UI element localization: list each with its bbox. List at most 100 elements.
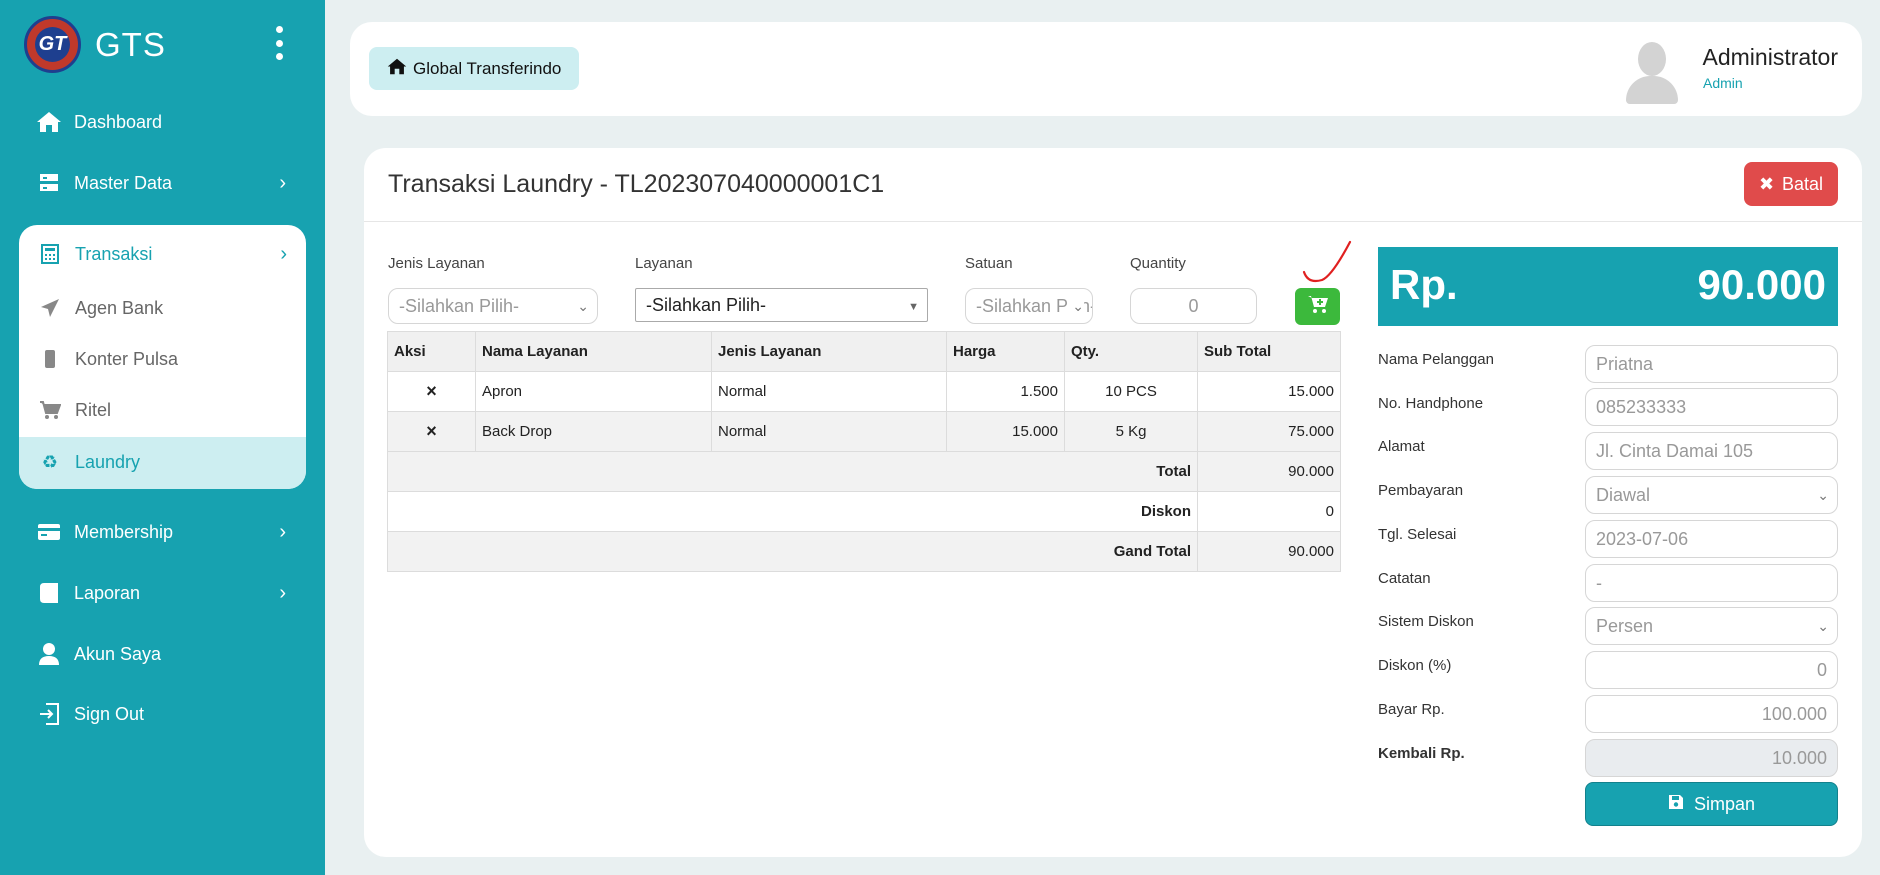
cell-harga: 1.500 [946,371,1065,412]
sidebar-item-laporan[interactable]: Laporan › [36,578,286,608]
user-icon [36,641,62,667]
sidebar-item-ritel[interactable]: Ritel [37,395,287,425]
chevron-down-icon: ⌄ [577,298,589,314]
cell-qty: 10 PCS [1064,371,1198,412]
transaction-card: Transaksi Laundry - TL202307040000001C1 … [364,148,1862,857]
alamat-input[interactable]: Jl. Cinta Damai 105 [1585,432,1838,470]
save-button[interactable]: Simpan [1585,782,1838,826]
diskon-label: Diskon [387,491,1198,532]
credit-card-icon [36,519,62,545]
sidebar-item-dashboard[interactable]: Dashboard [36,107,286,137]
sidebar-item-laundry[interactable]: ♻ Laundry [37,447,287,477]
brand-name: GTS [95,25,166,63]
sidebar-item-label: Laundry [75,451,141,472]
chevron-down-icon: ⌄ [1817,487,1829,503]
cell-harga: 15.000 [946,411,1065,452]
no-handphone-label: No. Handphone [1378,395,1484,412]
total-amount: 90.000 [1697,261,1826,308]
cell-jenis-layanan: Normal [711,411,947,452]
book-icon [36,580,62,606]
column-header: Harga [946,331,1065,372]
cancel-button-label: Batal [1782,173,1824,194]
cart-icon [37,397,63,423]
cell-subtotal: 15.000 [1197,371,1341,412]
cart-plus-icon [1307,294,1329,319]
sidebar-item-sign-out[interactable]: Sign Out [36,699,286,729]
save-button-label: Simpan [1693,793,1756,814]
items-table: Aksi Nama Layanan Jenis Layanan Harga Qt… [387,331,1341,572]
home-icon [36,109,62,135]
chevron-right-icon: › [280,242,287,265]
jenis-layanan-value: -Silahkan Pilih- [399,295,520,316]
calculator-icon [37,241,63,267]
top-header: Global Transferindo Administrator Admin [350,22,1862,116]
grand-total-value: 90.000 [1197,531,1341,572]
satuan-select[interactable]: -Silahkan Pilih- ⌄ [965,288,1093,324]
sidebar-item-label: Ritel [75,399,112,420]
sistem-diskon-value: Persen [1596,616,1654,636]
sidebar-item-transaksi[interactable]: Transaksi › [37,239,287,269]
grand-total-label: Gand Total [387,531,1198,572]
column-header: Jenis Layanan [711,331,947,372]
layanan-select[interactable]: -Silahkan Pilih- ▼ [635,288,928,322]
bayar-input[interactable]: 100.000 [1585,695,1838,733]
total-value: 90.000 [1197,451,1341,492]
quantity-input[interactable]: 0 [1130,288,1257,324]
chevron-right-icon: › [279,581,286,604]
sidebar-item-akun-saya[interactable]: Akun Saya [36,639,286,669]
cell-qty: 5 Kg [1064,411,1198,452]
brand-logo: GT [24,16,81,73]
table-row: × Apron Normal 1.500 10 PCS 15.000 [387,371,1341,412]
delete-row-icon[interactable]: × [387,411,476,452]
paper-plane-icon [37,295,63,321]
chevron-right-icon: › [279,171,286,194]
user-name: Administrator [1702,44,1838,70]
brand[interactable]: GT GTS [24,16,166,73]
recycle-icon: ♻ [41,451,59,472]
sidebar-item-label: Membership [74,521,174,542]
kebab-menu-icon[interactable] [272,26,286,60]
delete-row-icon[interactable]: × [387,371,476,412]
diskon-row: Diskon 0 [387,491,1341,532]
add-to-cart-button[interactable] [1295,288,1340,325]
sistem-diskon-select[interactable]: Persen ⌄ [1585,607,1838,645]
jenis-layanan-select[interactable]: -Silahkan Pilih- ⌄ [388,288,598,324]
pembayaran-select[interactable]: Diawal ⌄ [1585,476,1838,514]
column-header: Sub Total [1197,331,1341,372]
diskon-persen-input[interactable]: 0 [1585,651,1838,689]
sidebar-item-agen-bank[interactable]: Agen Bank [37,293,287,323]
breadcrumb[interactable]: Global Transferindo [369,47,580,90]
sidebar-item-label: Konter Pulsa [75,348,179,369]
cancel-button[interactable]: ✖ Batal [1744,162,1838,206]
cell-subtotal: 75.000 [1197,411,1341,452]
breadcrumb-label: Global Transferindo [413,58,562,78]
chevron-down-icon: ⌄ [1069,298,1084,315]
chevron-down-icon: ⌄ [1817,618,1829,634]
cell-nama-layanan: Back Drop [475,411,712,452]
tgl-selesai-input[interactable]: 2023-07-06 [1585,520,1838,558]
no-handphone-input[interactable]: 085233333 [1585,388,1838,426]
nama-pelanggan-label: Nama Pelanggan [1378,351,1494,368]
checkmark-annotation-icon [1302,240,1352,283]
sistem-diskon-label: Sistem Diskon [1378,613,1474,630]
sign-out-icon [36,701,62,727]
server-icon [36,170,62,196]
caret-down-icon: ▼ [908,301,919,313]
home-icon [387,58,407,80]
currency-label: Rp. [1390,261,1458,308]
pembayaran-value: Diawal [1596,485,1651,505]
cell-jenis-layanan: Normal [711,371,947,412]
nama-pelanggan-input[interactable]: Priatna [1585,345,1838,383]
sidebar-item-label: Transaksi [75,243,153,264]
catatan-input[interactable]: - [1585,564,1838,602]
diskon-value: 0 [1197,491,1341,532]
divider [364,221,1862,222]
avatar[interactable] [1623,40,1681,104]
sidebar-item-konter-pulsa[interactable]: Konter Pulsa [37,344,287,374]
diskon-persen-label: Diskon (%) [1378,657,1452,674]
sidebar-item-label: Akun Saya [74,643,162,664]
sidebar-item-master-data[interactable]: Master Data › [36,168,286,198]
column-header: Aksi [387,331,476,372]
sidebar-item-label: Dashboard [74,111,163,132]
sidebar-item-membership[interactable]: Membership › [36,517,286,547]
